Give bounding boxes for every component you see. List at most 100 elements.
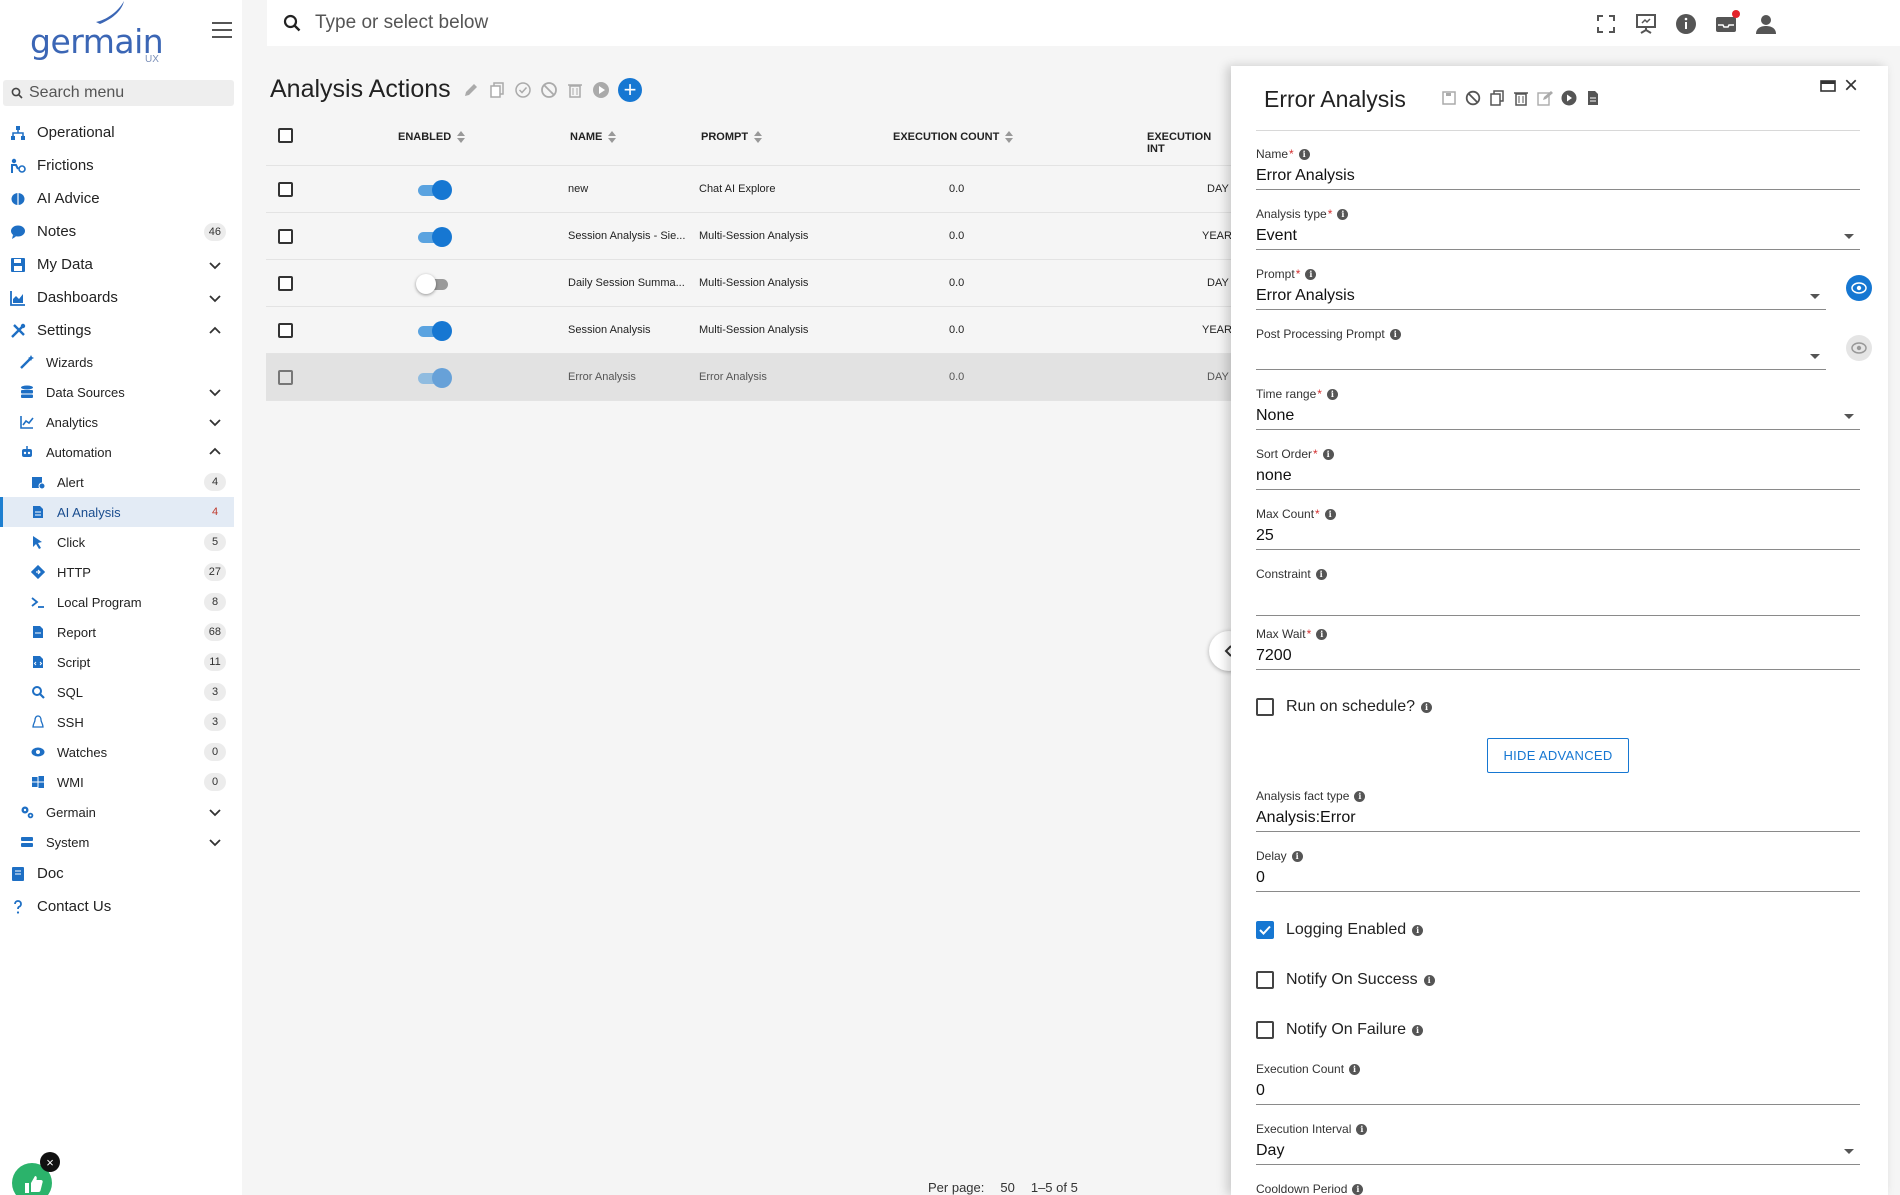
notify-on-success-checkbox[interactable] (1256, 971, 1274, 989)
add-action-button[interactable]: + (618, 78, 642, 102)
sort-order-input[interactable]: none (1256, 462, 1860, 490)
name-input[interactable]: Error Analysis (1256, 162, 1860, 190)
chevron-up-icon[interactable] (208, 445, 222, 459)
sidebar-item-analytics[interactable]: Analytics (0, 407, 234, 437)
inbox-icon[interactable] (1714, 10, 1740, 36)
sidebar-item-sql[interactable]: SQL 3 (0, 677, 234, 707)
menu-toggle-icon[interactable] (212, 22, 232, 38)
info-icon[interactable]: i (1326, 388, 1338, 400)
row-checkbox[interactable] (278, 276, 293, 291)
sidebar-item-wmi[interactable]: WMI 0 (0, 767, 234, 797)
column-header-prompt[interactable]: PROMPT (701, 131, 763, 143)
column-header-execution-interval[interactable]: EXECUTION INT (1147, 131, 1231, 155)
search-menu-input[interactable]: Search menu (3, 80, 234, 106)
table-row[interactable]: Session Analysis - Sie... Multi-Session … (266, 213, 1232, 260)
enabled-toggle[interactable] (416, 180, 452, 200)
time-range-select[interactable]: None (1256, 402, 1860, 430)
row-checkbox[interactable] (278, 182, 293, 197)
chevron-down-icon[interactable] (208, 291, 222, 305)
column-header-name[interactable]: NAME (570, 131, 617, 143)
trash-icon[interactable] (1513, 90, 1529, 106)
info-icon[interactable]: i (1315, 568, 1327, 580)
chevron-down-icon[interactable] (208, 385, 222, 399)
table-row-selected[interactable]: Error Analysis Error Analysis 0.0 DAY (266, 354, 1231, 401)
info-icon[interactable]: i (1423, 974, 1435, 986)
info-icon[interactable] (1674, 12, 1700, 36)
ban-icon[interactable] (540, 81, 558, 99)
fullscreen-icon[interactable] (1594, 12, 1620, 36)
post-processing-prompt-select[interactable] (1256, 342, 1826, 370)
presentation-icon[interactable] (1634, 12, 1660, 36)
max-wait-input[interactable]: 7200 (1256, 642, 1860, 670)
run-on-schedule-checkbox[interactable] (1256, 698, 1274, 716)
save-icon[interactable] (1441, 90, 1457, 106)
enabled-toggle[interactable] (416, 274, 452, 294)
info-icon[interactable]: i (1324, 508, 1336, 520)
global-search-input[interactable]: Type or select below (283, 12, 488, 34)
sidebar-item-dashboards[interactable]: Dashboards (0, 281, 234, 314)
ban-icon[interactable] (1465, 90, 1481, 106)
sidebar-item-script[interactable]: Script 11 (0, 647, 234, 677)
analysis-fact-type-input[interactable]: Analysis:Error (1256, 804, 1860, 832)
delay-input[interactable]: 0 (1256, 864, 1860, 892)
info-icon[interactable]: i (1356, 1123, 1368, 1135)
sidebar-item-watches[interactable]: Watches 0 (0, 737, 234, 767)
sidebar-item-ssh[interactable]: SSH 3 (0, 707, 234, 737)
enabled-toggle[interactable] (416, 227, 452, 247)
close-icon[interactable]: × (1844, 74, 1858, 98)
notify-on-success-row[interactable]: Notify On Success i (1256, 971, 1435, 989)
play-circle-icon[interactable] (592, 81, 610, 99)
chevron-down-icon[interactable] (208, 835, 222, 849)
maximize-icon[interactable] (1820, 79, 1836, 93)
sidebar-item-contact-us[interactable]: Contact Us (0, 890, 234, 923)
info-icon[interactable]: i (1412, 1024, 1424, 1036)
max-count-input[interactable]: 25 (1256, 522, 1860, 550)
logging-enabled-row[interactable]: Logging Enabled i (1256, 921, 1424, 939)
sidebar-item-system[interactable]: System (0, 827, 234, 857)
notify-on-failure-checkbox[interactable] (1256, 1021, 1274, 1039)
germain-logo[interactable]: germain UX (30, 0, 170, 66)
feedback-close-button[interactable]: × (40, 1152, 60, 1172)
view-post-prompt-button[interactable] (1846, 335, 1872, 361)
play-circle-icon[interactable] (1561, 90, 1577, 106)
table-row[interactable]: Daily Session Summa... Multi-Session Ana… (266, 260, 1231, 307)
pencil-icon[interactable] (462, 81, 480, 99)
column-header-execution-count[interactable]: EXECUTION COUNT (893, 131, 1014, 143)
sidebar-item-notes[interactable]: Notes 46 (0, 215, 234, 248)
info-icon[interactable]: i (1354, 790, 1366, 802)
info-icon[interactable]: i (1352, 1183, 1364, 1195)
sidebar-item-settings[interactable]: Settings (0, 314, 234, 347)
run-on-schedule-row[interactable]: Run on schedule? i (1256, 698, 1432, 716)
info-icon[interactable]: i (1316, 628, 1328, 640)
enabled-toggle[interactable] (416, 368, 452, 388)
info-icon[interactable]: i (1420, 701, 1432, 713)
check-circle-icon[interactable] (514, 81, 532, 99)
enabled-toggle[interactable] (416, 321, 452, 341)
per-page-select[interactable]: 50 (1000, 1180, 1014, 1195)
info-icon[interactable]: i (1291, 850, 1303, 862)
sidebar-item-http[interactable]: HTTP 27 (0, 557, 234, 587)
info-icon[interactable]: i (1412, 924, 1424, 936)
sidebar-item-alert[interactable]: Alert 4 (0, 467, 234, 497)
info-icon[interactable]: i (1389, 328, 1401, 340)
sidebar-item-report[interactable]: Report 68 (0, 617, 234, 647)
edit-icon[interactable] (1537, 90, 1553, 106)
trash-icon[interactable] (566, 81, 584, 99)
row-checkbox[interactable] (278, 370, 293, 385)
document-icon[interactable] (1585, 90, 1601, 106)
sidebar-item-data-sources[interactable]: Data Sources (0, 377, 234, 407)
sidebar-item-ai-analysis[interactable]: AI Analysis 4 (0, 497, 234, 527)
sidebar-item-click[interactable]: Click 5 (0, 527, 234, 557)
info-icon[interactable]: i (1298, 148, 1310, 160)
sidebar-item-automation[interactable]: Automation (0, 437, 234, 467)
chevron-up-icon[interactable] (208, 324, 222, 338)
execution-count-input[interactable]: 0 (1256, 1077, 1860, 1105)
table-row[interactable]: new Chat AI Explore 0.0 DAY (266, 166, 1231, 213)
sidebar-item-local-program[interactable]: Local Program 8 (0, 587, 234, 617)
hide-advanced-button[interactable]: HIDE ADVANCED (1487, 738, 1629, 773)
prompt-select[interactable]: Error Analysis (1256, 282, 1826, 310)
chevron-down-icon[interactable] (208, 415, 222, 429)
logging-enabled-checkbox[interactable] (1256, 921, 1274, 939)
sidebar-item-ai-advice[interactable]: AI Advice (0, 182, 234, 215)
notify-on-failure-row[interactable]: Notify On Failure i (1256, 1021, 1424, 1039)
